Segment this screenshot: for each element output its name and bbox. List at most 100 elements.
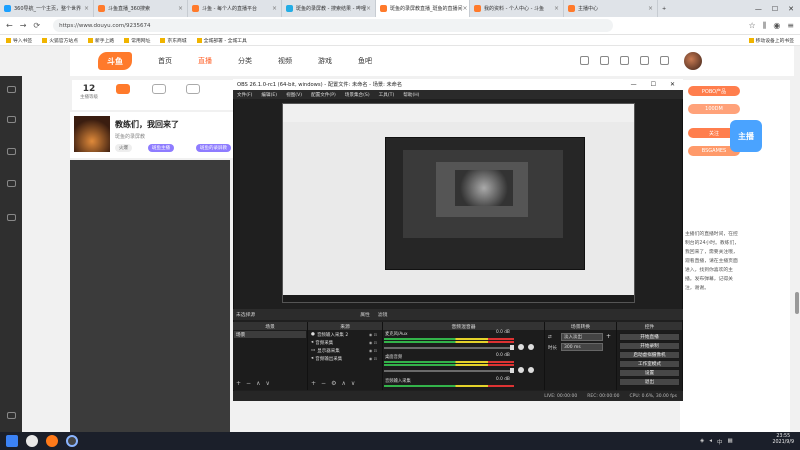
bookmark-item[interactable]: 导入书签 — [6, 37, 32, 44]
source-item[interactable]: ▭ 显示器采集 ◉ ⊡ — [309, 347, 381, 354]
properties-button[interactable]: 属性 — [360, 311, 370, 318]
room-tag[interactable]: 斑鱼的录屏教 — [196, 144, 231, 152]
start-streaming-button[interactable]: 开始直播 — [619, 333, 680, 341]
duration-input[interactable]: 300 ms — [561, 343, 603, 351]
close-icon[interactable]: ✕ — [788, 5, 794, 13]
nav-fishbar[interactable]: 鱼吧 — [358, 56, 372, 66]
browser-tab[interactable]: 主播中心 × — [564, 0, 658, 17]
sidebar-item[interactable] — [3, 148, 19, 156]
douyu-logo[interactable]: 斗鱼 — [98, 52, 132, 70]
mascot-banner[interactable]: 主播 — [730, 120, 762, 152]
message-icon[interactable] — [620, 56, 629, 65]
start-recording-button[interactable]: 开始录制 — [619, 342, 680, 350]
video-player-area[interactable] — [70, 160, 230, 432]
move-up-icon[interactable]: ∧ — [341, 380, 345, 387]
source-item[interactable]: ◂ 音频采集 ◉ ⊡ — [309, 339, 381, 346]
bookmark-item[interactable]: 火狐官方站点 — [42, 37, 78, 44]
minimize-icon[interactable]: — — [631, 81, 637, 88]
browser-tab[interactable]: 我的资料 - 个人中心 - 斗鱼 × — [470, 0, 564, 17]
maximize-icon[interactable]: ☐ — [772, 5, 778, 13]
source-item[interactable]: ● 音频输入采集 2 ◉ ⊡ — [309, 331, 381, 338]
new-tab-button[interactable]: + — [658, 0, 676, 17]
browser-tab[interactable]: 斗鱼 - 每个人的直播平台 × — [188, 0, 282, 17]
upload-icon[interactable] — [660, 56, 669, 65]
forward-icon[interactable]: → — [20, 21, 27, 30]
download-icon[interactable] — [600, 56, 609, 65]
search-icon[interactable] — [26, 435, 38, 447]
virtual-camera-button[interactable]: 启动虚拟摄像机 — [619, 351, 680, 359]
move-down-icon[interactable]: ∨ — [351, 380, 355, 387]
close-icon[interactable]: × — [366, 5, 371, 12]
network-icon[interactable]: ◈ — [700, 438, 704, 446]
visibility-icon[interactable]: ◉ ⊡ — [369, 348, 381, 353]
sidebar-item[interactable] — [3, 412, 19, 420]
keyboard-icon[interactable]: ▦ — [728, 438, 733, 446]
nav-home[interactable]: 首页 — [158, 56, 172, 66]
nav-video[interactable]: 视频 — [278, 56, 292, 66]
menu-icon[interactable]: ≡ — [787, 21, 794, 30]
visibility-icon[interactable]: ◉ ⊡ — [369, 332, 381, 337]
close-icon[interactable]: × — [272, 5, 277, 12]
user-avatar[interactable] — [684, 52, 702, 70]
clock[interactable]: 23:55 2021/9/9 — [772, 434, 794, 446]
close-icon[interactable]: × — [178, 5, 183, 12]
url-bar[interactable]: https://www.douyu.com/9235674 — [53, 19, 614, 32]
browser-tab[interactable]: 斗鱼直播_360搜索 × — [94, 0, 188, 17]
browser-tab[interactable]: 360导航_一个主页，整个世界 × — [0, 0, 94, 17]
close-icon[interactable]: × — [463, 5, 468, 12]
menu-scene-collection[interactable]: 场景集合(S) — [345, 92, 370, 98]
studio-mode-button[interactable]: 工作室模式 — [619, 360, 680, 368]
gear-icon[interactable]: ⚙ — [331, 380, 336, 387]
scrollbar-thumb[interactable] — [795, 292, 799, 314]
filters-button[interactable]: 滤镜 — [378, 311, 388, 318]
bookmark-item[interactable]: 新手上路 — [88, 37, 114, 44]
sidebar-item[interactable] — [3, 180, 19, 188]
menu-help[interactable]: 帮助(H) — [403, 92, 419, 98]
menu-view[interactable]: 视图(V) — [286, 92, 302, 98]
reload-icon[interactable]: ⟳ — [33, 21, 40, 30]
remove-icon[interactable]: − — [246, 380, 251, 387]
promo-button[interactable]: POBO产品 — [688, 86, 740, 96]
bookmark-item[interactable]: 全城部署 - 全城工具 — [197, 37, 247, 44]
browser-tab-active[interactable]: 斑鱼的录屏教直播_斑鱼的直播间 × — [376, 0, 470, 17]
room-tag[interactable]: 斑鱼主播 — [148, 144, 174, 152]
close-icon[interactable]: ✕ — [670, 81, 675, 88]
exit-button[interactable]: 退出 — [619, 378, 680, 386]
page-scrollbar[interactable] — [794, 46, 800, 432]
history-icon[interactable] — [580, 56, 589, 65]
menu-tools[interactable]: 工具(T) — [379, 92, 395, 98]
nav-category[interactable]: 分类 — [238, 56, 252, 66]
sidebar-item[interactable] — [3, 86, 19, 94]
gear-icon[interactable] — [528, 367, 534, 373]
account-icon[interactable]: ◉ — [773, 21, 780, 30]
menu-edit[interactable]: 编辑(E) — [261, 92, 277, 98]
gear-icon[interactable] — [528, 344, 534, 350]
browser-tab[interactable]: 斑鱼的录屏教 - 搜索结果 - 哔哩 × — [282, 0, 376, 17]
volume-slider[interactable] — [384, 370, 512, 372]
visibility-icon[interactable]: ◉ ⊡ — [369, 356, 381, 361]
volume-knob[interactable] — [510, 368, 514, 373]
speaker-icon[interactable] — [518, 367, 524, 373]
source-item[interactable]: ◂ 音频输出采集 ◉ ⊡ — [309, 355, 381, 362]
sidebar-item[interactable] — [3, 214, 19, 222]
speaker-icon[interactable] — [518, 344, 524, 350]
nav-live[interactable]: 直播 — [198, 56, 212, 66]
add-icon[interactable]: + — [311, 380, 316, 387]
mobile-bookmarks[interactable]: 移动设备上的书签 — [749, 37, 800, 44]
library-icon[interactable]: ⫼ — [763, 21, 767, 31]
add-icon[interactable]: + — [236, 380, 241, 387]
close-icon[interactable]: × — [554, 5, 559, 12]
minimize-icon[interactable]: — — [755, 5, 762, 13]
volume-knob[interactable] — [510, 345, 514, 350]
back-icon[interactable]: ← — [6, 21, 13, 30]
bookmark-item[interactable]: 常用网址 — [124, 37, 150, 44]
visibility-icon[interactable]: ◉ ⊡ — [369, 340, 381, 345]
bookmark-star-icon[interactable]: ☆ — [748, 21, 755, 30]
nav-games[interactable]: 游戏 — [318, 56, 332, 66]
sidebar-item[interactable] — [3, 116, 19, 124]
bookmark-item[interactable]: 京东商城 — [160, 37, 186, 44]
ime-icon[interactable]: 中 — [717, 438, 723, 446]
remove-icon[interactable]: − — [321, 380, 326, 387]
menu-profile[interactable]: 配置文件(P) — [311, 92, 336, 98]
notification-icon[interactable] — [640, 56, 649, 65]
